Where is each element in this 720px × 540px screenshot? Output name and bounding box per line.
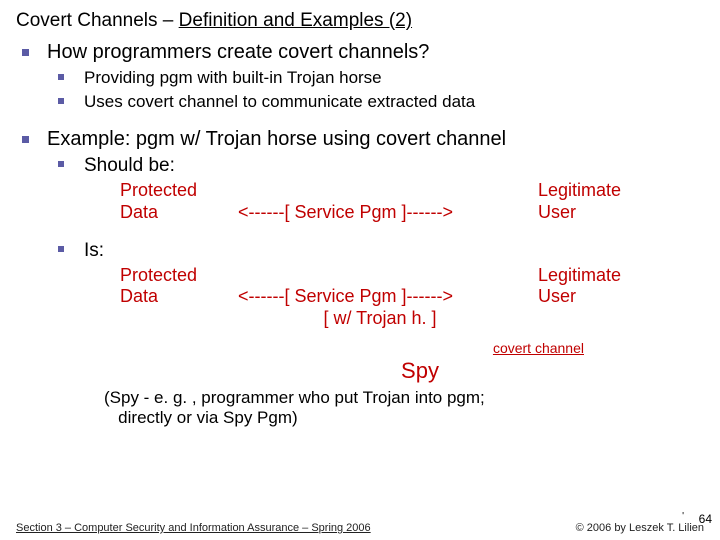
spy-note: (Spy - e. g. , programmer who put Trojan… bbox=[104, 388, 704, 429]
bullet-level1: How programmers create covert channels? bbox=[22, 40, 704, 65]
spacer bbox=[16, 115, 704, 125]
bullet-text: Example: pgm w/ Trojan horse using cover… bbox=[47, 127, 506, 152]
diagram-row: Data <------[ Service Pgm ]------> User bbox=[120, 286, 704, 308]
bullet-level2: Should be: bbox=[58, 154, 704, 178]
slide-title: Covert Channels – Definition and Example… bbox=[16, 10, 704, 32]
bullet-level1: Example: pgm w/ Trojan horse using cover… bbox=[22, 127, 704, 152]
diagram-row: Protected Legitimate bbox=[120, 265, 704, 287]
title-underline: Definition and Examples (2) bbox=[179, 10, 412, 31]
spacer bbox=[530, 308, 670, 330]
legit-user-label: Legitimate bbox=[538, 265, 678, 287]
bullet-icon bbox=[58, 74, 64, 80]
protected-data-label: Protected bbox=[120, 265, 230, 287]
diagram-row: Protected Legitimate bbox=[120, 180, 704, 202]
bullet-icon bbox=[58, 98, 64, 104]
legit-user-label: Legitimate bbox=[538, 180, 678, 202]
note-line1: (Spy - e. g. , programmer who put Trojan… bbox=[104, 388, 485, 407]
protected-data-label: Data bbox=[120, 202, 230, 224]
bullet-text: Providing pgm with built-in Trojan horse bbox=[84, 67, 382, 89]
bullet-icon bbox=[58, 161, 64, 167]
bullet-icon bbox=[58, 246, 64, 252]
page-number: 64 bbox=[699, 512, 712, 526]
bullet-text: Is: bbox=[84, 239, 104, 263]
bullet-icon bbox=[22, 136, 29, 143]
bullet-text: Uses covert channel to communicate extra… bbox=[84, 91, 475, 113]
title-prefix: Covert Channels – bbox=[16, 10, 179, 31]
service-pgm-arrow bbox=[230, 180, 538, 202]
service-pgm-arrow: <------[ Service Pgm ]------> bbox=[230, 286, 538, 308]
service-pgm-arrow bbox=[230, 265, 538, 287]
protected-data-label: Protected bbox=[120, 180, 230, 202]
spacer bbox=[16, 223, 704, 237]
footer-left: Section 3 – Computer Security and Inform… bbox=[16, 522, 371, 534]
bullet-text: Should be: bbox=[84, 154, 175, 178]
footer: Section 3 – Computer Security and Inform… bbox=[16, 521, 704, 534]
diagram-is: Protected Legitimate Data <------[ Servi… bbox=[120, 265, 704, 330]
service-pgm-arrow: <------[ Service Pgm ]------> bbox=[230, 202, 538, 224]
legit-user-label: User bbox=[538, 286, 678, 308]
trojan-label: [ w/ Trojan h. ] bbox=[230, 308, 530, 330]
diagram-row: [ w/ Trojan h. ] bbox=[120, 308, 704, 330]
spy-label: Spy bbox=[136, 358, 704, 384]
bullet-level2: Uses covert channel to communicate extra… bbox=[58, 91, 704, 113]
legit-user-label: User bbox=[538, 202, 678, 224]
protected-data-label: Data bbox=[120, 286, 230, 308]
bullet-text: How programmers create covert channels? bbox=[47, 40, 429, 65]
bullet-level2: Providing pgm with built-in Trojan horse bbox=[58, 67, 704, 89]
note-line2: directly or via Spy Pgm) bbox=[118, 408, 298, 427]
footer-right: © 2006 by Leszek T. Lilien bbox=[576, 522, 704, 534]
covert-channel-label: covert channel bbox=[16, 340, 584, 356]
tick-mark: ' bbox=[682, 511, 684, 522]
diagram-should-be: Protected Legitimate Data <------[ Servi… bbox=[120, 180, 704, 223]
spacer bbox=[120, 308, 230, 330]
bullet-level2: Is: bbox=[58, 239, 704, 263]
bullet-icon bbox=[22, 49, 29, 56]
slide: Covert Channels – Definition and Example… bbox=[0, 0, 720, 540]
diagram-row: Data <------[ Service Pgm ]------> User bbox=[120, 202, 704, 224]
